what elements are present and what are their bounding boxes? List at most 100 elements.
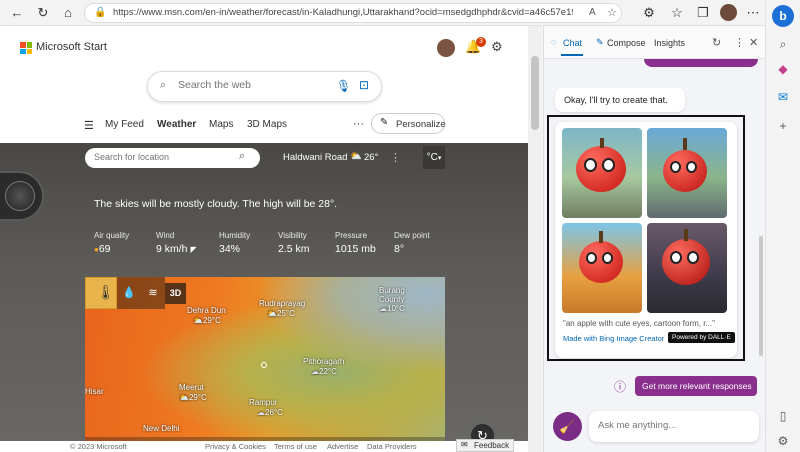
feedback-icon: ✉ — [461, 440, 468, 449]
personalize-button[interactable]: ✎ Personalize — [371, 113, 446, 134]
add-icon[interactable]: + — [775, 118, 791, 134]
tab-weather[interactable]: Weather — [157, 119, 196, 130]
more-vertical-icon[interactable]: ⋮ — [734, 36, 745, 49]
footer-link[interactable]: Terms of use — [274, 442, 317, 451]
footer-link[interactable]: Privacy & Cookies — [205, 442, 266, 451]
map-3d-button[interactable]: 3D — [165, 283, 186, 304]
footer: © 2023 Microsoft Privacy & Cookies Terms… — [0, 441, 528, 452]
page-scrollbar[interactable] — [528, 26, 542, 452]
generated-image-4[interactable] — [647, 223, 727, 313]
favorite-star-icon[interactable]: ☆ — [607, 6, 617, 19]
settings-gear-icon[interactable]: ⚙ — [491, 39, 503, 55]
metric-pressure[interactable]: Pressure 1015 mb — [335, 231, 376, 255]
map-city-temp[interactable]: ☁22°C — [311, 367, 337, 376]
profile-avatar[interactable] — [720, 4, 737, 21]
help-question-icon[interactable]: ⓘ — [614, 378, 626, 395]
metric-visibility[interactable]: Visibility 2.5 km — [278, 231, 310, 255]
microphone-icon[interactable]: 🎙 — [336, 79, 351, 93]
footer-link[interactable]: Data Providers — [367, 442, 417, 451]
collections-icon[interactable]: ❐ — [694, 4, 712, 22]
wind-layer-icon[interactable]: ≋ — [141, 277, 165, 309]
map-city-temp[interactable]: ⛅29°C — [179, 393, 207, 402]
metric-dew-point[interactable]: Dew point 8° — [394, 231, 430, 255]
tab-compose[interactable]: Compose — [607, 38, 646, 48]
sidebar-layout-icon[interactable]: ▯ — [775, 408, 791, 424]
search-icon[interactable]: ⌕ — [239, 150, 245, 163]
map-city-label[interactable]: Dehra Dun — [187, 306, 226, 315]
temperature-layer-button[interactable]: 🌡 — [85, 277, 117, 309]
map-city-temp[interactable]: ⛅29°C — [193, 316, 221, 325]
generated-image-2[interactable] — [647, 128, 727, 218]
back-icon[interactable]: ← — [8, 4, 26, 22]
settings-gear-icon[interactable]: ⚙ — [775, 433, 791, 449]
generated-image-1[interactable] — [562, 128, 642, 218]
radar-dial[interactable] — [0, 171, 44, 221]
map-city-label[interactable]: Rampur — [249, 398, 277, 407]
tab-3d-maps[interactable]: 3D Maps — [247, 119, 287, 130]
read-aloud-icon[interactable]: A — [589, 7, 596, 18]
location-search-box[interactable]: ⌕ — [85, 148, 260, 168]
refresh-chat-icon[interactable]: ↻ — [712, 36, 721, 49]
apple-illustration — [579, 241, 623, 283]
microsoft-logo[interactable] — [20, 42, 32, 54]
lock-icon[interactable]: 🔒 — [94, 7, 106, 18]
more-options-button[interactable]: ··· — [353, 118, 364, 130]
tab-my-feed[interactable]: My Feed — [105, 119, 144, 130]
weather-map[interactable]: 🌡 💧 ≋ 3D Rudraprayag ⛅25°C Dehra Dun ⛅29… — [85, 277, 445, 452]
precipitation-icon[interactable]: 💧 — [117, 277, 141, 309]
more-icon[interactable]: ⋯ — [744, 4, 762, 22]
address-bar[interactable]: 🔒 https://www.msn.com/en-in/weather/fore… — [84, 3, 622, 23]
tab-insights[interactable]: Insights — [654, 38, 685, 48]
shopping-icon[interactable]: ◆ — [775, 61, 791, 77]
metric-label: Dew point — [394, 231, 430, 240]
feedback-button[interactable]: ✉ Feedback — [456, 439, 514, 452]
more-vertical-icon[interactable]: ⋮ — [390, 151, 401, 164]
search-input[interactable] — [178, 79, 318, 91]
map-city-temp[interactable]: ☁10°C — [379, 304, 405, 313]
location-search-input[interactable] — [94, 152, 224, 162]
map-city-temp[interactable]: ⛅25°C — [267, 309, 295, 318]
outlook-icon[interactable]: ✉ — [775, 89, 791, 105]
current-location[interactable]: Haldwani Road — [283, 152, 347, 163]
extensions-icon[interactable]: ⚙ — [640, 4, 658, 22]
chat-icon: ◌ — [551, 37, 557, 47]
location-temp: 26° — [364, 152, 379, 163]
search-icon[interactable]: ⌕ — [775, 36, 791, 52]
map-city-temp[interactable]: ☁26°C — [257, 408, 283, 417]
metric-wind[interactable]: Wind 9 km/h ◤ — [156, 231, 197, 255]
generated-image-3[interactable] — [562, 223, 642, 313]
copyright: © 2023 Microsoft — [70, 442, 127, 451]
chat-input-box[interactable] — [589, 411, 759, 442]
visual-search-icon[interactable]: ⊡ — [359, 78, 369, 92]
metric-air-quality[interactable]: Air quality ●69 — [94, 231, 129, 255]
chat-input[interactable] — [598, 420, 748, 431]
suggestion-button[interactable]: Get more relevant responses — [635, 376, 757, 396]
map-city-label[interactable]: Burang County — [379, 286, 419, 304]
new-topic-broom-icon[interactable]: 🧹 — [553, 412, 582, 441]
home-icon[interactable]: ⌂ — [59, 4, 77, 22]
bing-copilot-icon[interactable]: b — [772, 5, 794, 27]
cloud-sun-icon: ⛅ — [193, 316, 203, 325]
footer-link[interactable]: Advertise — [327, 442, 358, 451]
bing-image-creator-link[interactable]: Made with Bing Image Creator — [563, 334, 664, 343]
map-city-label[interactable]: Pithoragarh — [303, 357, 344, 366]
tab-maps[interactable]: Maps — [209, 119, 233, 130]
close-icon[interactable]: ✕ — [749, 36, 758, 49]
favorites-icon[interactable]: ☆ — [668, 4, 686, 22]
map-city-label[interactable]: Meerut — [179, 383, 204, 392]
refresh-icon[interactable]: ↻ — [34, 4, 52, 22]
scrollbar-thumb[interactable] — [531, 56, 539, 130]
hamburger-menu-icon[interactable]: ☰ — [84, 119, 94, 132]
unit-toggle[interactable]: °C▾ — [423, 146, 445, 169]
image-prompt-caption[interactable]: "an apple with cute eyes, cartoon form, … — [563, 319, 733, 328]
sidebar-scrollbar-thumb[interactable] — [759, 236, 763, 356]
metric-humidity[interactable]: Humidity 34% — [219, 231, 250, 255]
tab-chat[interactable]: Chat — [563, 38, 582, 48]
brand-name[interactable]: Microsoft Start — [36, 41, 107, 53]
location-pin[interactable] — [261, 362, 267, 368]
map-city-label[interactable]: Rudraprayag — [259, 299, 305, 308]
web-search-box[interactable]: ⌕ 🎙 ⊡ — [147, 71, 382, 102]
user-avatar[interactable] — [437, 39, 455, 57]
map-city-label[interactable]: New Delhi — [143, 424, 179, 433]
map-city-label[interactable]: Hisar — [85, 387, 104, 396]
